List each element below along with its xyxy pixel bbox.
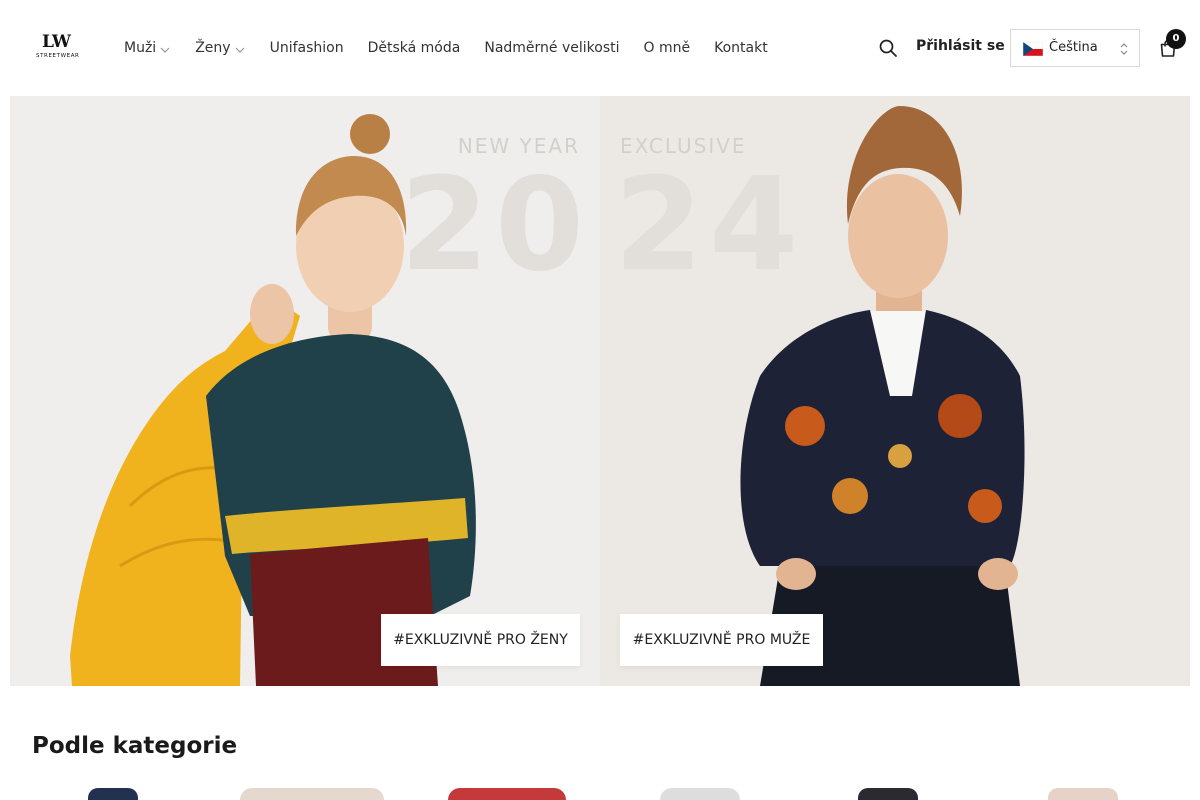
hero-image-woman [70,114,476,686]
categories-heading: Podle kategorie [32,733,238,759]
nav-item-label: Ženy [195,40,231,56]
language-select[interactable]: Čeština [1010,29,1140,67]
category-thumbnail[interactable] [448,788,566,800]
category-thumbnails [0,788,1200,800]
language-label: Čeština [1049,40,1098,55]
category-thumbnail[interactable] [858,788,918,800]
category-thumbnail[interactable] [240,788,384,800]
chevron-down-icon [234,44,246,56]
nav-item-detska-moda[interactable]: Dětská móda [368,40,461,56]
logo-subtitle: STREETWEAR [36,53,80,59]
nav-item-muzi[interactable]: Muži [124,40,171,56]
site-header: LW STREETWEAR Muži Ženy Unifashion Dětsk… [0,0,1200,96]
category-thumbnail[interactable] [1048,788,1118,800]
login-link[interactable]: Přihlásit se [916,38,1005,54]
shop-women-button[interactable]: #EXKLUZIVNĚ PRO ŽENY [381,614,580,666]
category-thumbnail[interactable] [660,788,740,800]
select-arrows-icon [1118,40,1130,58]
nav-item-o-mne[interactable]: O mně [644,40,691,56]
logo-mark: LW [42,32,71,52]
nav-item-unifashion[interactable]: Unifashion [270,40,344,56]
nav-item-zeny[interactable]: Ženy [195,40,245,56]
main-nav: Muži Ženy Unifashion Dětská móda Nadměrn… [124,38,792,58]
nav-item-nadmerne-velikosti[interactable]: Nadměrné velikosti [484,40,619,56]
czech-flag-icon [1022,41,1044,57]
nav-item-label: Muži [124,40,157,56]
hero-image-man [740,106,1025,686]
cart-count-badge: 0 [1166,29,1186,49]
search-icon[interactable] [878,38,898,58]
hero-panel-women: NEW YEAR 20 #EXKLUZIVNĚ PRO ŽENY [10,96,600,686]
nav-item-kontakt[interactable]: Kontakt [714,40,768,56]
logo[interactable]: LW STREETWEAR [36,32,80,62]
chevron-down-icon [159,44,171,56]
category-thumbnail[interactable] [88,788,138,800]
hero-banner: NEW YEAR 20 #EXKLUZIVNĚ PRO ŽENY EXCLUSI… [10,96,1190,686]
shop-men-button[interactable]: #EXKLUZIVNĚ PRO MUŽE [620,614,823,666]
hero-panel-men: EXCLUSIVE 24 #EXKLUZIVNĚ PRO MUŽE [600,96,1190,686]
